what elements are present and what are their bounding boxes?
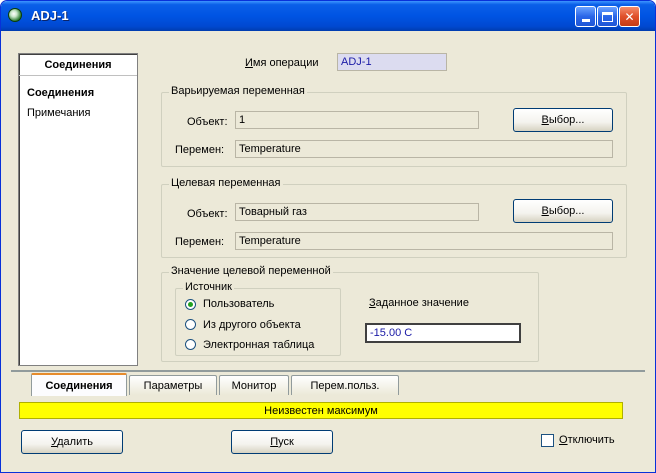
target-value-title: Значение целевой переменной bbox=[169, 265, 333, 277]
delete-button-label: Удалить bbox=[50, 436, 93, 448]
setpoint-input[interactable]: -15.00 C bbox=[365, 323, 521, 343]
title-bar[interactable]: ADJ-1 ✕ bbox=[1, 1, 655, 31]
radio-other-object-label: Из другого объекта bbox=[203, 319, 301, 331]
tab-strip-line bbox=[11, 370, 645, 372]
target-variable-title: Целевая переменная bbox=[169, 177, 283, 189]
target-var-label: Перемен: bbox=[175, 236, 225, 248]
operation-name-input[interactable]: ADJ-1 bbox=[337, 53, 447, 71]
status-bar: Неизвестен максимум bbox=[19, 402, 623, 419]
radio-spreadsheet-label: Электронная таблица bbox=[203, 339, 315, 351]
target-object-field[interactable]: Товарный газ bbox=[235, 203, 479, 221]
start-button-label: Пуск bbox=[270, 436, 294, 448]
radio-other-object-circle bbox=[185, 319, 196, 330]
window-title: ADJ-1 bbox=[31, 8, 69, 23]
tab-connections[interactable]: Соединения bbox=[31, 373, 127, 396]
app-icon bbox=[8, 8, 22, 22]
sidebar-item-connections[interactable]: Соединения bbox=[25, 86, 96, 100]
delete-button[interactable]: Удалить bbox=[21, 430, 123, 454]
varied-object-field[interactable]: 1 bbox=[235, 111, 479, 129]
target-object-label: Объект: bbox=[187, 208, 228, 220]
target-select-button[interactable]: Выбор... bbox=[513, 199, 613, 223]
varied-var-field[interactable]: Temperature bbox=[235, 140, 613, 158]
varied-object-label: Объект: bbox=[187, 116, 228, 128]
disable-checkbox[interactable] bbox=[541, 434, 554, 447]
window: ADJ-1 ✕ Соединения Соединения Примечания… bbox=[0, 0, 656, 473]
tab-parameters[interactable]: Параметры bbox=[129, 375, 217, 395]
maximize-icon bbox=[602, 11, 613, 22]
start-button[interactable]: Пуск bbox=[231, 430, 333, 454]
operation-name-label: Имя операции bbox=[245, 57, 319, 69]
varied-var-label: Перемен: bbox=[175, 144, 225, 156]
varied-select-button[interactable]: Выбор... bbox=[513, 108, 613, 132]
varied-select-label: Выбор... bbox=[541, 114, 585, 126]
close-button[interactable]: ✕ bbox=[619, 6, 640, 27]
tab-strip: Соединения Параметры Монитор Перем.польз… bbox=[21, 373, 451, 399]
radio-spreadsheet[interactable] bbox=[185, 339, 196, 350]
radio-other-object[interactable] bbox=[185, 319, 196, 330]
setpoint-label: Заданное значение bbox=[369, 297, 469, 309]
minimize-icon bbox=[581, 19, 590, 22]
sidebar-item-notes[interactable]: Примечания bbox=[25, 106, 93, 120]
radio-user-selected-dot bbox=[188, 302, 193, 307]
target-select-label: Выбор... bbox=[541, 205, 585, 217]
close-icon: ✕ bbox=[624, 9, 635, 24]
tab-monitor[interactable]: Монитор bbox=[219, 375, 289, 395]
maximize-button[interactable] bbox=[597, 6, 618, 27]
sidebar: Соединения Соединения Примечания bbox=[18, 53, 138, 366]
radio-user-label: Пользователь bbox=[203, 298, 275, 310]
source-title: Источник bbox=[183, 281, 234, 293]
tab-user-variables[interactable]: Перем.польз. bbox=[291, 375, 399, 395]
radio-spreadsheet-circle bbox=[185, 339, 196, 350]
target-var-field[interactable]: Temperature bbox=[235, 232, 613, 250]
radio-user[interactable] bbox=[185, 299, 196, 310]
sidebar-header: Соединения bbox=[19, 54, 137, 76]
minimize-button[interactable] bbox=[575, 6, 596, 27]
disable-label: Отключить bbox=[559, 434, 615, 446]
varied-variable-title: Варьируемая переменная bbox=[169, 85, 307, 97]
